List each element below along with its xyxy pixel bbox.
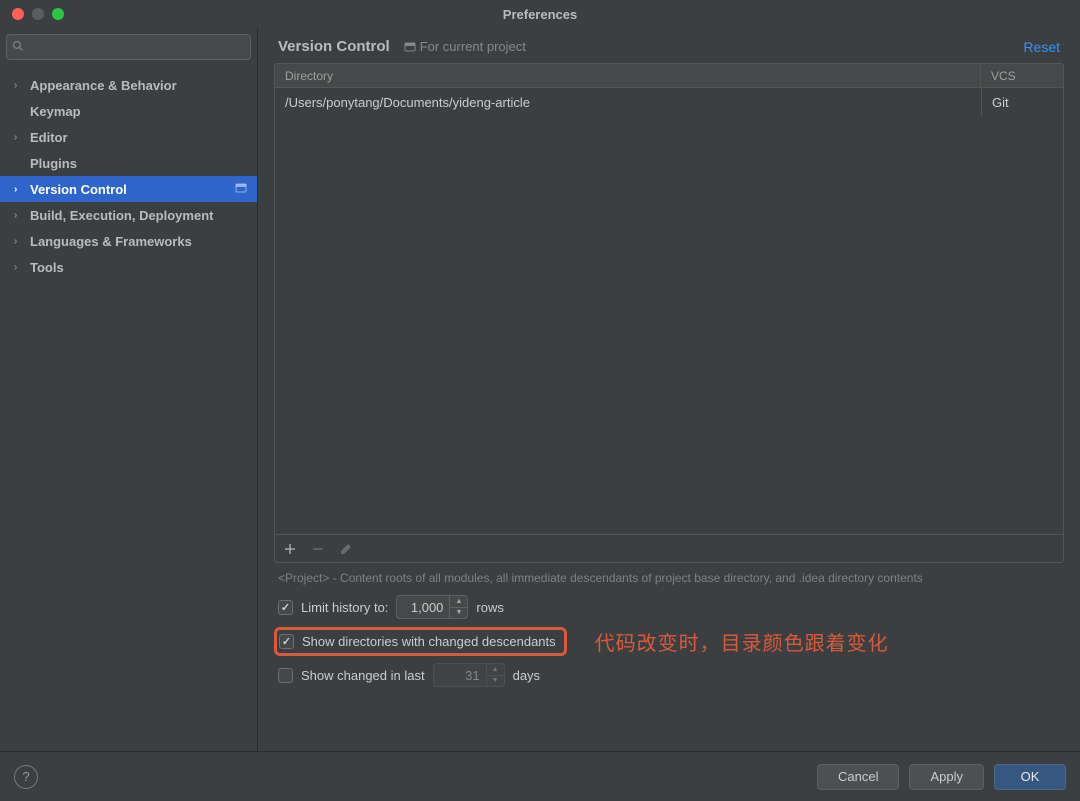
remove-button[interactable] <box>311 542 325 556</box>
column-header-vcs[interactable]: VCS <box>981 69 1063 83</box>
project-scope-icon <box>235 182 247 197</box>
titlebar: Preferences <box>0 0 1080 28</box>
search-input[interactable] <box>6 34 251 60</box>
chevron-right-icon: › <box>14 132 26 143</box>
reset-link[interactable]: Reset <box>1023 39 1060 55</box>
spinner-buttons: ▲ ▼ <box>486 664 504 686</box>
maximize-window-button[interactable] <box>52 8 64 20</box>
footer-buttons: Cancel Apply OK <box>817 764 1066 790</box>
show-changed-unit: days <box>513 668 540 683</box>
limit-history-unit: rows <box>476 600 503 615</box>
sidebar-item-version-control[interactable]: › Version Control <box>0 176 257 202</box>
sidebar-item-languages[interactable]: › Languages & Frameworks <box>0 228 257 254</box>
sidebar-item-build[interactable]: › Build, Execution, Deployment <box>0 202 257 228</box>
option-limit-history: Limit history to: 1,000 ▲ ▼ rows <box>278 595 1060 619</box>
chevron-right-icon: › <box>14 184 26 195</box>
sidebar-item-tools[interactable]: › Tools <box>0 254 257 280</box>
limit-history-checkbox[interactable] <box>278 600 293 615</box>
chevron-right-icon: › <box>14 80 26 91</box>
table-row[interactable]: /Users/ponytang/Documents/yideng-article… <box>275 88 1063 116</box>
annotation-highlight: Show directories with changed descendant… <box>274 627 567 656</box>
cancel-button[interactable]: Cancel <box>817 764 899 790</box>
spinner-down-icon[interactable]: ▼ <box>450 608 467 619</box>
cell-directory: /Users/ponytang/Documents/yideng-article <box>275 95 981 110</box>
hint-text: <Project> - Content roots of all modules… <box>258 563 1080 589</box>
content-header: Version Control For current project Rese… <box>258 28 1080 63</box>
limit-history-spinner[interactable]: 1,000 ▲ ▼ <box>396 595 468 619</box>
content-panel: Version Control For current project Rese… <box>258 28 1080 751</box>
footer: ? Cancel Apply OK <box>0 751 1080 801</box>
option-show-changed: Show changed in last 31 ▲ ▼ days <box>278 663 1060 687</box>
page-title: Version Control <box>278 38 390 55</box>
scope-label: For current project <box>404 39 526 54</box>
sidebar-item-label: Keymap <box>30 104 81 119</box>
sidebar-item-appearance[interactable]: › Appearance & Behavior <box>0 72 257 98</box>
sidebar-item-plugins[interactable]: Plugins <box>0 150 257 176</box>
chevron-right-icon: › <box>14 210 26 221</box>
annotation-text: 代码改变时，目录颜色跟着变化 <box>595 627 889 656</box>
sidebar-item-label: Build, Execution, Deployment <box>30 208 213 223</box>
edit-button[interactable] <box>339 542 353 556</box>
limit-history-label: Limit history to: <box>301 600 388 615</box>
spinner-buttons: ▲ ▼ <box>449 596 467 618</box>
spinner-value: 31 <box>434 668 486 683</box>
column-header-directory[interactable]: Directory <box>275 64 981 87</box>
ok-button[interactable]: OK <box>994 764 1066 790</box>
show-directories-checkbox[interactable] <box>279 634 294 649</box>
sidebar-item-label: Tools <box>30 260 64 275</box>
window-title: Preferences <box>503 7 577 22</box>
vcs-table: Directory VCS /Users/ponytang/Documents/… <box>274 63 1064 563</box>
settings-tree: › Appearance & Behavior Keymap › Editor Pl… <box>0 66 257 280</box>
chevron-right-icon: › <box>14 262 26 273</box>
sidebar-item-label: Plugins <box>30 156 77 171</box>
spinner-up-icon[interactable]: ▲ <box>450 596 467 608</box>
spinner-up-icon[interactable]: ▲ <box>487 664 504 676</box>
option-show-directories: Show directories with changed descendant… <box>278 629 1060 653</box>
sidebar-item-keymap[interactable]: Keymap <box>0 98 257 124</box>
spinner-value: 1,000 <box>397 600 449 615</box>
show-directories-label: Show directories with changed descendant… <box>302 634 556 649</box>
minimize-window-button[interactable] <box>32 8 44 20</box>
sidebar-item-label: Editor <box>30 130 68 145</box>
spinner-down-icon[interactable]: ▼ <box>487 676 504 687</box>
sidebar-item-label: Version Control <box>30 182 127 197</box>
add-button[interactable] <box>283 542 297 556</box>
settings-sidebar: › Appearance & Behavior Keymap › Editor Pl… <box>0 28 258 751</box>
sidebar-item-editor[interactable]: › Editor <box>0 124 257 150</box>
options-group: Limit history to: 1,000 ▲ ▼ rows Show di… <box>258 589 1080 693</box>
cell-vcs: Git <box>981 88 1063 116</box>
show-changed-checkbox[interactable] <box>278 668 293 683</box>
table-body: /Users/ponytang/Documents/yideng-article… <box>275 88 1063 534</box>
table-header: Directory VCS <box>275 64 1063 88</box>
search-icon <box>12 40 24 52</box>
show-changed-spinner[interactable]: 31 ▲ ▼ <box>433 663 505 687</box>
apply-button[interactable]: Apply <box>909 764 984 790</box>
sidebar-item-label: Languages & Frameworks <box>30 234 192 249</box>
show-changed-label: Show changed in last <box>301 668 425 683</box>
help-button[interactable]: ? <box>14 765 38 789</box>
project-scope-icon <box>404 41 416 53</box>
chevron-right-icon: › <box>14 236 26 247</box>
table-toolbar <box>275 534 1063 562</box>
close-window-button[interactable] <box>12 8 24 20</box>
sidebar-item-label: Appearance & Behavior <box>30 78 177 93</box>
window-controls <box>0 8 64 20</box>
